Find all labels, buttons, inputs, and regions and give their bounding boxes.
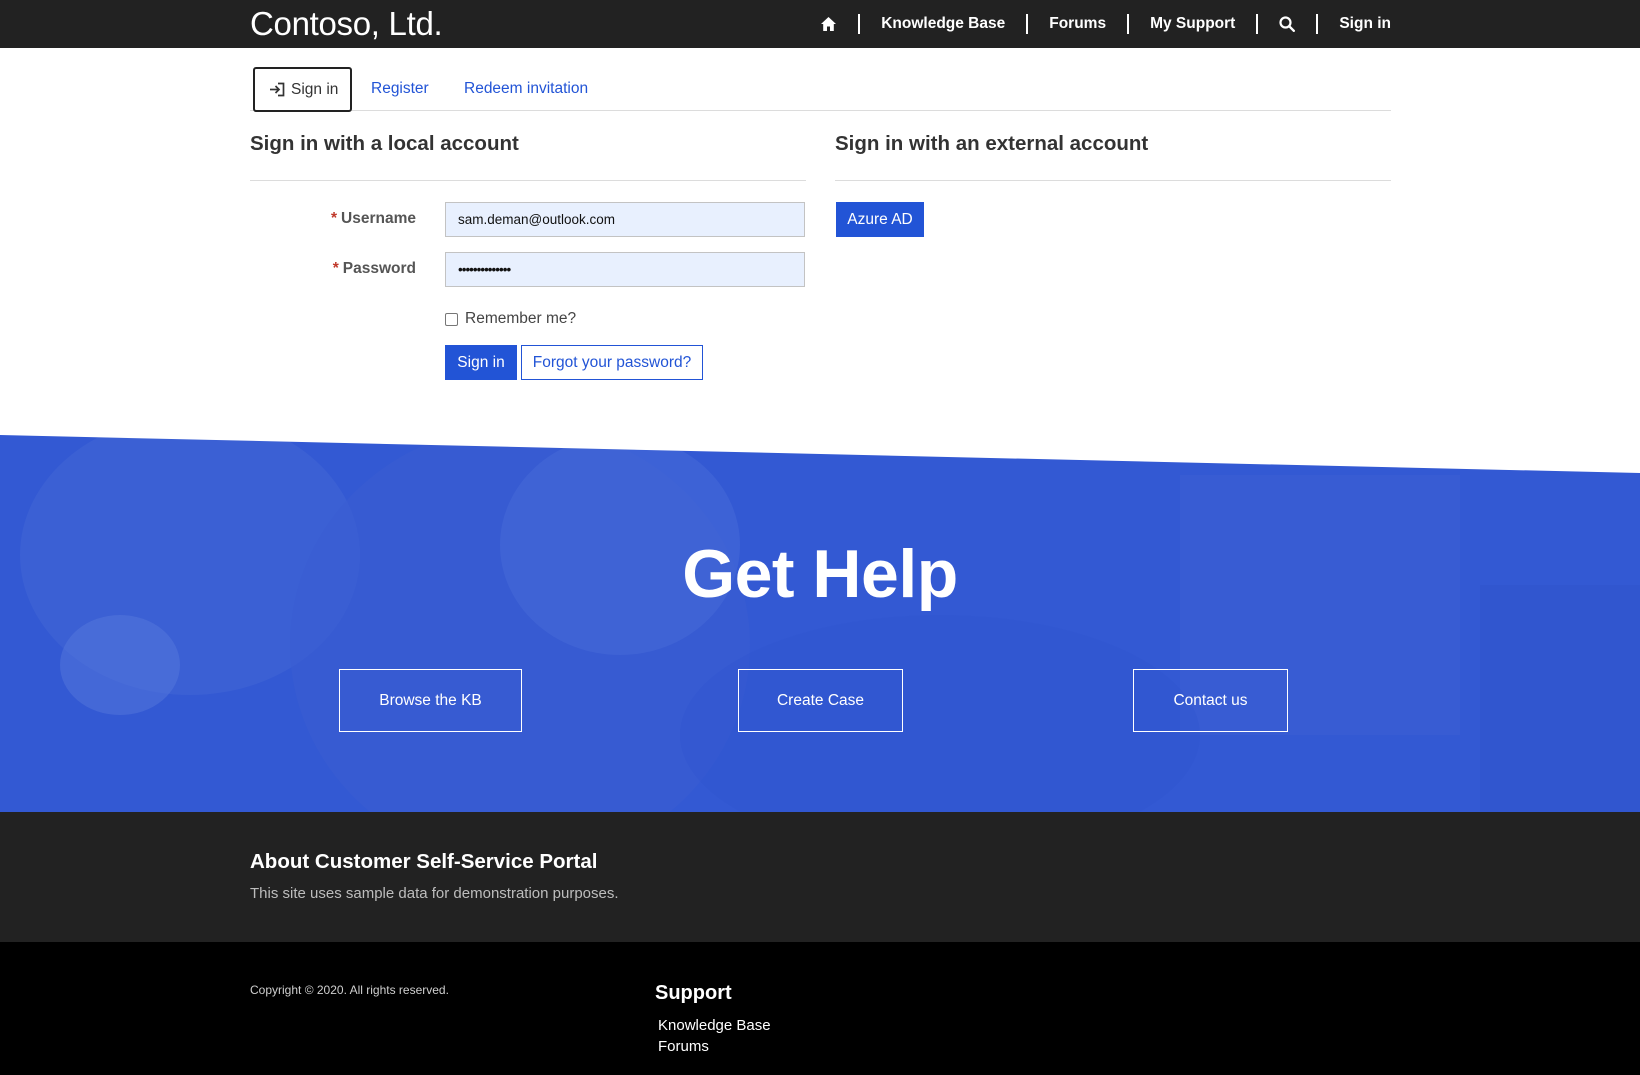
remember-me-checkbox[interactable] xyxy=(445,313,458,326)
username-input[interactable]: sam.deman@outlook.com xyxy=(445,202,805,237)
contact-us-button[interactable]: Contact us xyxy=(1133,669,1288,732)
tab-sign-in[interactable]: Sign in xyxy=(253,67,352,112)
about-text: This site uses sample data for demonstra… xyxy=(250,885,619,902)
required-mark: * xyxy=(332,260,339,277)
external-divider xyxy=(835,180,1391,181)
nav-links: Knowledge Base Forums My Support Sign in xyxy=(799,0,1391,48)
hero-top-slant xyxy=(0,435,1640,473)
forgot-password-button[interactable]: Forgot your password? xyxy=(521,345,703,380)
home-link[interactable] xyxy=(799,16,858,32)
username-label-text: Username xyxy=(341,210,416,227)
home-icon xyxy=(821,17,837,31)
local-divider xyxy=(250,180,806,181)
username-label: * Username xyxy=(246,210,416,228)
nav-sign-in[interactable]: Sign in xyxy=(1318,14,1391,34)
page-footer: Copyright © 2020. All rights reserved. S… xyxy=(0,942,1640,1075)
copyright-text: Copyright © 2020. All rights reserved. xyxy=(250,983,449,997)
create-case-button[interactable]: Create Case xyxy=(738,669,903,732)
password-label: * Password xyxy=(246,260,416,278)
get-help-hero: Get Help Browse the KB Create Case Conta… xyxy=(0,435,1640,812)
about-section: About Customer Self-Service Portal This … xyxy=(0,812,1640,942)
sign-in-button[interactable]: Sign in xyxy=(445,345,517,380)
local-account-heading: Sign in with a local account xyxy=(250,132,519,155)
get-help-title: Get Help xyxy=(682,536,958,612)
top-navbar: Contoso, Ltd. Knowledge Base Forums My S… xyxy=(0,0,1640,48)
auth-tabs: Sign in Register Redeem invitation xyxy=(250,66,1391,112)
sign-in-icon xyxy=(270,82,285,97)
azure-ad-button[interactable]: Azure AD xyxy=(836,202,924,237)
footer-link-forums[interactable]: Forums xyxy=(658,1038,709,1055)
footer-link-knowledge-base[interactable]: Knowledge Base xyxy=(658,1017,771,1034)
tab-sign-in-label: Sign in xyxy=(291,80,339,98)
nav-knowledge-base[interactable]: Knowledge Base xyxy=(860,14,1026,34)
remember-me-label[interactable]: Remember me? xyxy=(465,310,576,328)
search-button[interactable] xyxy=(1258,16,1316,32)
external-account-heading: Sign in with an external account xyxy=(835,132,1149,155)
search-icon xyxy=(1279,16,1296,32)
tab-redeem-invitation[interactable]: Redeem invitation xyxy=(464,66,588,111)
hero-background-image xyxy=(0,435,1640,812)
brand-logo[interactable]: Contoso, Ltd. xyxy=(250,6,443,42)
support-heading: Support xyxy=(655,982,732,1004)
password-input[interactable]: •••••••••••••• xyxy=(445,252,805,287)
nav-forums[interactable]: Forums xyxy=(1028,14,1127,34)
about-title: About Customer Self-Service Portal xyxy=(250,850,598,873)
browse-kb-button[interactable]: Browse the KB xyxy=(339,669,522,732)
required-mark: * xyxy=(330,210,338,227)
nav-my-support[interactable]: My Support xyxy=(1129,14,1256,34)
password-label-text: Password xyxy=(342,260,416,277)
tab-register[interactable]: Register xyxy=(371,66,429,111)
